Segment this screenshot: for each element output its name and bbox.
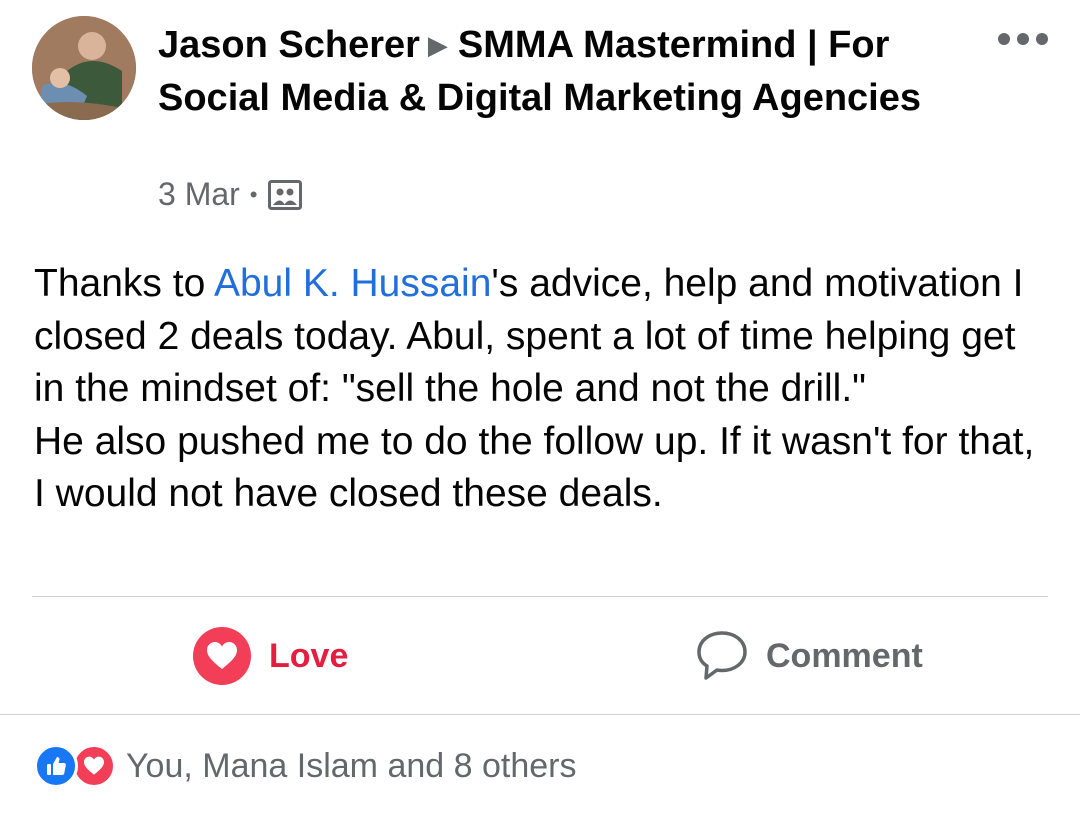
more-options-dot [1036,33,1048,45]
post-header: Jason Scherer ▶ SMMA Mastermind | For Soci… [158,20,938,123]
author-name[interactable]: Jason Scherer [158,24,420,66]
mention-link[interactable]: Abul K. Hussain [214,262,491,305]
author-avatar[interactable] [32,16,136,120]
love-button[interactable]: Love [193,624,348,688]
more-options-dot [1017,33,1029,45]
comment-label: Comment [766,636,923,675]
more-options-icon [998,33,1010,45]
love-label: Love [269,636,349,675]
post-text-intro: Thanks to [34,262,214,305]
group-audience-icon [267,179,302,210]
divider [0,714,1080,715]
post-date[interactable]: 3 Mar [158,176,240,213]
avatar-image [32,16,136,120]
love-reaction-icon [193,627,251,685]
arrow-right-icon: ▶ [427,30,448,60]
reaction-summary[interactable]: You, Mana Islam and 8 others [34,744,576,788]
post-body: Thanks to Abul K. Hussain's advice, help… [34,258,1054,521]
love-reaction-icon [72,744,116,788]
post-meta: 3 Mar • [158,176,302,213]
comment-icon [697,631,747,680]
comment-button[interactable]: Comment [696,624,923,688]
divider [32,596,1048,597]
meta-separator: • [249,181,258,207]
more-options-button[interactable] [998,24,1048,54]
post-text-followup: He also pushed me to do the follow up. I… [34,419,1035,516]
like-reaction-icon [34,744,78,788]
reaction-summary-text: You, Mana Islam and 8 others [126,746,577,785]
